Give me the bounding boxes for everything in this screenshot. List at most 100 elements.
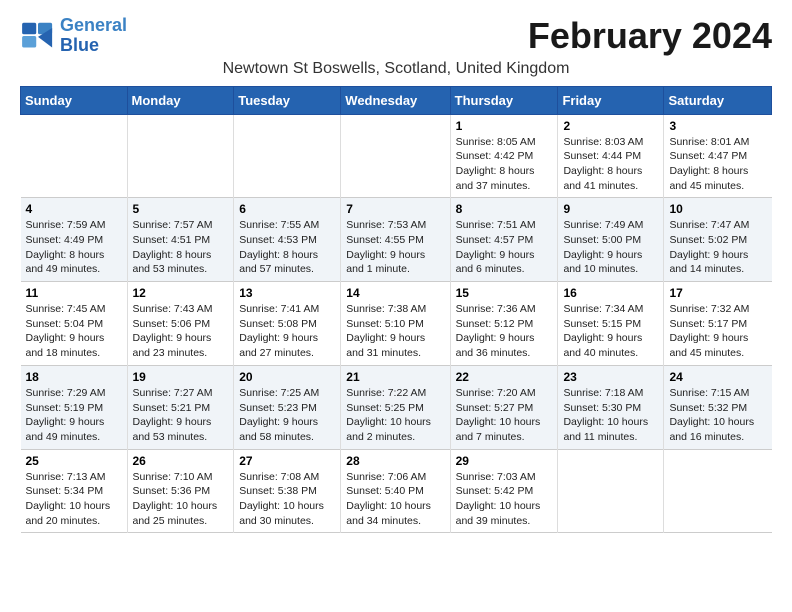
day-info: Sunrise: 7:41 AM Sunset: 5:08 PM Dayligh… xyxy=(239,302,335,361)
weekday-header-tuesday: Tuesday xyxy=(234,86,341,114)
day-number: 24 xyxy=(669,370,766,384)
day-number: 20 xyxy=(239,370,335,384)
day-number: 4 xyxy=(26,202,122,216)
calendar-cell xyxy=(664,449,772,533)
calendar-cell: 28Sunrise: 7:06 AM Sunset: 5:40 PM Dayli… xyxy=(341,449,450,533)
calendar-cell: 29 Sunrise: 7:03 AM Sunset: 5:42 PM Dayli… xyxy=(450,449,558,533)
day-info: Sunrise: 7:20 AM Sunset: 5:27 PM Dayligh… xyxy=(456,386,553,445)
day-info: Sunrise: 7:08 AM Sunset: 5:38 PM Dayligh… xyxy=(239,470,335,529)
day-number: 2 xyxy=(563,119,658,133)
day-number: 25 xyxy=(26,454,122,468)
day-number: 8 xyxy=(456,202,553,216)
calendar-cell: 27Sunrise: 7:08 AM Sunset: 5:38 PM Dayli… xyxy=(234,449,341,533)
day-info: Sunrise: 7:03 AM Sunset: 5:42 PM Dayligh… xyxy=(456,470,553,529)
day-number: 21 xyxy=(346,370,444,384)
calendar-cell xyxy=(127,114,234,198)
calendar-cell: 16 Sunrise: 7:34 AM Sunset: 5:15 PM Dayli… xyxy=(558,282,664,366)
calendar-cell: 11 Sunrise: 7:45 AM Sunset: 5:04 PM Dayli… xyxy=(21,282,128,366)
day-number: 7 xyxy=(346,202,444,216)
weekday-header-friday: Friday xyxy=(558,86,664,114)
calendar-cell: 1 Sunrise: 8:05 AM Sunset: 4:42 PM Daylig… xyxy=(450,114,558,198)
day-info: Sunrise: 7:45 AM Sunset: 5:04 PM Dayligh… xyxy=(26,302,122,361)
day-info: Sunrise: 7:27 AM Sunset: 5:21 PM Dayligh… xyxy=(133,386,229,445)
calendar-week-row: 18 Sunrise: 7:29 AM Sunset: 5:19 PM Dayli… xyxy=(21,365,772,449)
day-number: 19 xyxy=(133,370,229,384)
calendar-cell: 14 Sunrise: 7:38 AM Sunset: 5:10 PM Dayli… xyxy=(341,282,450,366)
day-number: 1 xyxy=(456,119,553,133)
day-info: Sunrise: 7:34 AM Sunset: 5:15 PM Dayligh… xyxy=(563,302,658,361)
day-info: Sunrise: 7:32 AM Sunset: 5:17 PM Dayligh… xyxy=(669,302,766,361)
calendar-cell: 23Sunrise: 7:18 AM Sunset: 5:30 PM Dayli… xyxy=(558,365,664,449)
calendar-cell: 19 Sunrise: 7:27 AM Sunset: 5:21 PM Dayli… xyxy=(127,365,234,449)
day-info: Sunrise: 8:01 AM Sunset: 4:47 PM Dayligh… xyxy=(669,135,766,194)
day-number: 12 xyxy=(133,286,229,300)
calendar-cell: 3 Sunrise: 8:01 AM Sunset: 4:47 PM Daylig… xyxy=(664,114,772,198)
calendar-cell: 25 Sunrise: 7:13 AM Sunset: 5:34 PM Dayli… xyxy=(21,449,128,533)
calendar-cell: 9 Sunrise: 7:49 AM Sunset: 5:00 PM Daylig… xyxy=(558,198,664,282)
title-area: February 2024 xyxy=(528,16,772,56)
weekday-header-row: SundayMondayTuesdayWednesdayThursdayFrid… xyxy=(21,86,772,114)
weekday-header-saturday: Saturday xyxy=(664,86,772,114)
calendar-week-row: 11 Sunrise: 7:45 AM Sunset: 5:04 PM Dayli… xyxy=(21,282,772,366)
day-info: Sunrise: 7:38 AM Sunset: 5:10 PM Dayligh… xyxy=(346,302,444,361)
day-info: Sunrise: 7:55 AM Sunset: 4:53 PM Dayligh… xyxy=(239,218,335,277)
calendar-cell: 13 Sunrise: 7:41 AM Sunset: 5:08 PM Dayli… xyxy=(234,282,341,366)
month-title: February 2024 xyxy=(528,16,772,56)
calendar-cell: 18 Sunrise: 7:29 AM Sunset: 5:19 PM Dayli… xyxy=(21,365,128,449)
weekday-header-monday: Monday xyxy=(127,86,234,114)
logo: General Blue xyxy=(20,16,127,56)
calendar-cell xyxy=(21,114,128,198)
day-number: 29 xyxy=(456,454,553,468)
day-number: 22 xyxy=(456,370,553,384)
calendar-cell xyxy=(234,114,341,198)
day-info: Sunrise: 7:49 AM Sunset: 5:00 PM Dayligh… xyxy=(563,218,658,277)
day-number: 14 xyxy=(346,286,444,300)
day-number: 6 xyxy=(239,202,335,216)
calendar-cell: 24 Sunrise: 7:15 AM Sunset: 5:32 PM Dayli… xyxy=(664,365,772,449)
calendar-cell: 6 Sunrise: 7:55 AM Sunset: 4:53 PM Daylig… xyxy=(234,198,341,282)
logo-icon xyxy=(20,21,56,51)
day-info: Sunrise: 7:59 AM Sunset: 4:49 PM Dayligh… xyxy=(26,218,122,277)
day-info: Sunrise: 7:29 AM Sunset: 5:19 PM Dayligh… xyxy=(26,386,122,445)
calendar-week-row: 1 Sunrise: 8:05 AM Sunset: 4:42 PM Daylig… xyxy=(21,114,772,198)
calendar-table: SundayMondayTuesdayWednesdayThursdayFrid… xyxy=(20,86,772,534)
day-info: Sunrise: 7:10 AM Sunset: 5:36 PM Dayligh… xyxy=(133,470,229,529)
day-number: 18 xyxy=(26,370,122,384)
calendar-cell: 4 Sunrise: 7:59 AM Sunset: 4:49 PM Daylig… xyxy=(21,198,128,282)
day-info: Sunrise: 7:43 AM Sunset: 5:06 PM Dayligh… xyxy=(133,302,229,361)
day-number: 11 xyxy=(26,286,122,300)
calendar-week-row: 25 Sunrise: 7:13 AM Sunset: 5:34 PM Dayli… xyxy=(21,449,772,533)
weekday-header-thursday: Thursday xyxy=(450,86,558,114)
day-info: Sunrise: 7:25 AM Sunset: 5:23 PM Dayligh… xyxy=(239,386,335,445)
day-number: 13 xyxy=(239,286,335,300)
calendar-cell: 10Sunrise: 7:47 AM Sunset: 5:02 PM Dayli… xyxy=(664,198,772,282)
day-info: Sunrise: 7:53 AM Sunset: 4:55 PM Dayligh… xyxy=(346,218,444,277)
day-info: Sunrise: 8:05 AM Sunset: 4:42 PM Dayligh… xyxy=(456,135,553,194)
calendar-cell: 26 Sunrise: 7:10 AM Sunset: 5:36 PM Dayli… xyxy=(127,449,234,533)
calendar-week-row: 4 Sunrise: 7:59 AM Sunset: 4:49 PM Daylig… xyxy=(21,198,772,282)
day-number: 26 xyxy=(133,454,229,468)
day-info: Sunrise: 7:22 AM Sunset: 5:25 PM Dayligh… xyxy=(346,386,444,445)
logo-text: General Blue xyxy=(60,16,127,56)
day-number: 28 xyxy=(346,454,444,468)
header: General Blue February 2024 xyxy=(20,16,772,56)
day-info: Sunrise: 7:47 AM Sunset: 5:02 PM Dayligh… xyxy=(669,218,766,277)
day-number: 3 xyxy=(669,119,766,133)
calendar-cell: 17Sunrise: 7:32 AM Sunset: 5:17 PM Dayli… xyxy=(664,282,772,366)
day-info: Sunrise: 7:15 AM Sunset: 5:32 PM Dayligh… xyxy=(669,386,766,445)
calendar-cell: 2Sunrise: 8:03 AM Sunset: 4:44 PM Daylig… xyxy=(558,114,664,198)
day-number: 16 xyxy=(563,286,658,300)
calendar-cell: 12 Sunrise: 7:43 AM Sunset: 5:06 PM Dayli… xyxy=(127,282,234,366)
calendar-cell: 5Sunrise: 7:57 AM Sunset: 4:51 PM Daylig… xyxy=(127,198,234,282)
calendar-cell xyxy=(341,114,450,198)
calendar-cell: 21 Sunrise: 7:22 AM Sunset: 5:25 PM Dayli… xyxy=(341,365,450,449)
day-number: 15 xyxy=(456,286,553,300)
day-info: Sunrise: 7:13 AM Sunset: 5:34 PM Dayligh… xyxy=(26,470,122,529)
calendar-cell: 20 Sunrise: 7:25 AM Sunset: 5:23 PM Dayli… xyxy=(234,365,341,449)
calendar-cell: 8Sunrise: 7:51 AM Sunset: 4:57 PM Daylig… xyxy=(450,198,558,282)
weekday-header-sunday: Sunday xyxy=(21,86,128,114)
day-number: 23 xyxy=(563,370,658,384)
calendar-cell: 7 Sunrise: 7:53 AM Sunset: 4:55 PM Daylig… xyxy=(341,198,450,282)
day-number: 5 xyxy=(133,202,229,216)
day-number: 9 xyxy=(563,202,658,216)
